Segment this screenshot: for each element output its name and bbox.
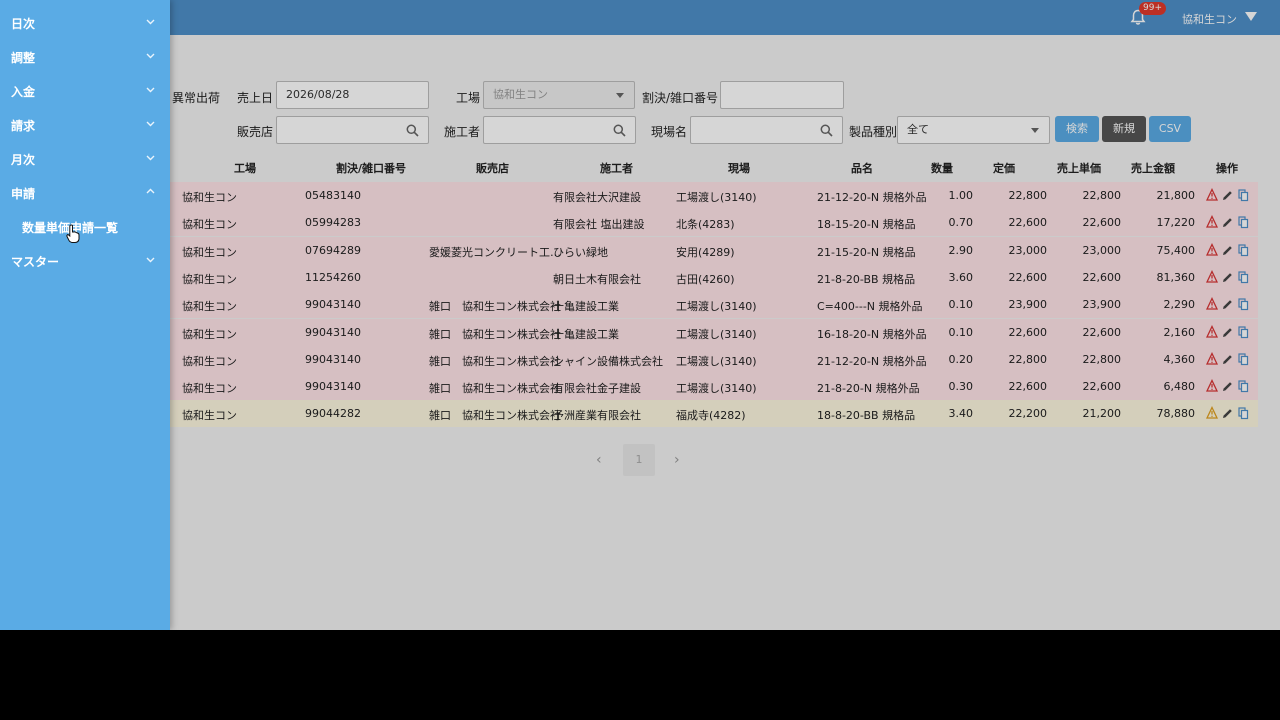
- sidebar-subitem-quantity-price-applications[interactable]: 数量単価申請一覧: [0, 212, 170, 242]
- sidebar-item-label: 日次: [11, 17, 36, 31]
- chevron-down-icon: [146, 87, 155, 93]
- hand-pointer-icon: [66, 224, 80, 243]
- sidebar-item-label: 調整: [11, 51, 36, 65]
- sidebar-item-monthly[interactable]: 月次: [0, 144, 170, 174]
- sidebar-item-billing[interactable]: 請求: [0, 110, 170, 140]
- sidebar-item-payment[interactable]: 入金: [0, 76, 170, 106]
- sidebar-nav: 日次 調整 入金 請求 月次 申請 数量単価申請一覧 マスター: [0, 0, 170, 630]
- sidebar-item-application[interactable]: 申請: [0, 178, 170, 208]
- chevron-up-icon: [146, 188, 155, 194]
- sidebar-item-daily[interactable]: 日次: [0, 8, 170, 38]
- chevron-down-icon: [146, 121, 155, 127]
- sidebar-item-label: 請求: [11, 119, 36, 133]
- sidebar-item-label: 月次: [11, 153, 36, 167]
- sidebar-item-label: 申請: [11, 187, 36, 201]
- chevron-down-icon: [146, 155, 155, 161]
- sidebar-item-adjust[interactable]: 調整: [0, 42, 170, 72]
- sidebar-item-master[interactable]: マスター: [0, 246, 170, 276]
- sidebar-item-label: 入金: [11, 85, 36, 99]
- sidebar-item-label: マスター: [11, 255, 60, 269]
- modal-backdrop[interactable]: [0, 0, 1280, 630]
- chevron-down-icon: [146, 257, 155, 263]
- app-window: 99+ 協和生コン 異常出荷 売上日 2026/08/28 工場 協和生コン 割…: [0, 0, 1280, 630]
- chevron-down-icon: [146, 53, 155, 59]
- chevron-down-icon: [146, 19, 155, 25]
